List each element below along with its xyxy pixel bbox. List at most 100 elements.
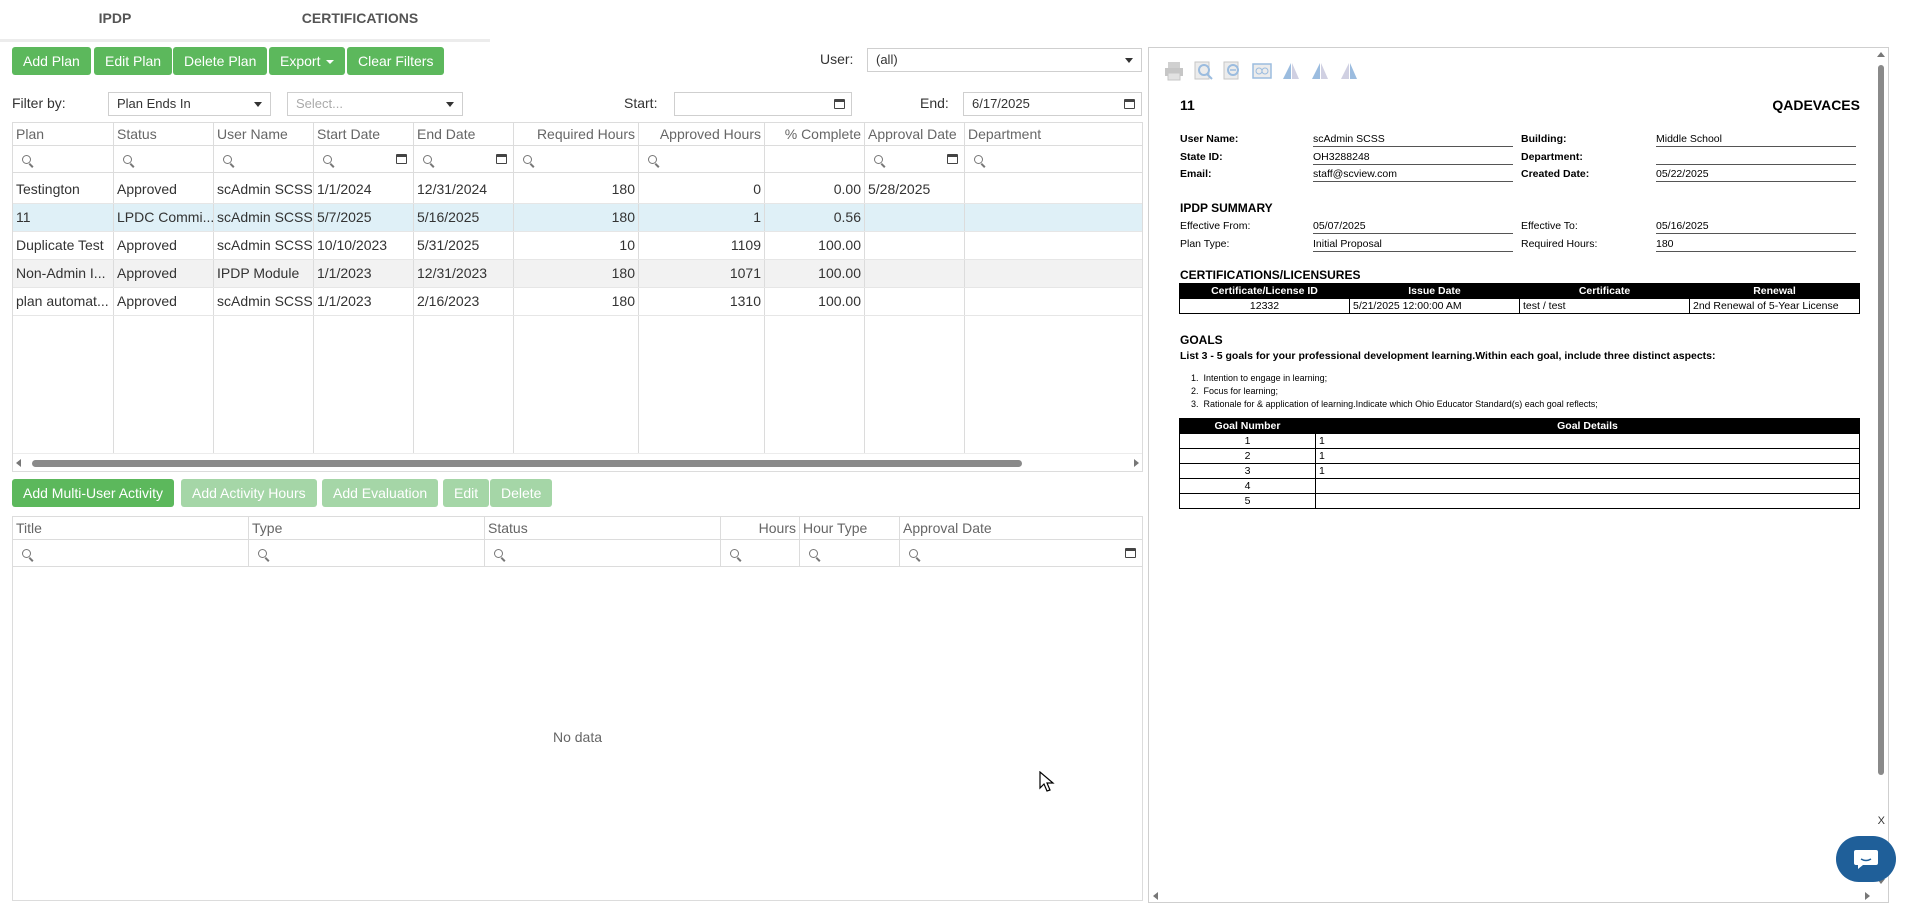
chevron-down-icon: [446, 102, 454, 107]
scrollbar-thumb[interactable]: [32, 460, 1022, 467]
edit-activity-button[interactable]: Edit: [443, 479, 490, 507]
close-icon[interactable]: X: [1878, 815, 1885, 827]
col-percent-complete[interactable]: % Complete: [765, 123, 865, 145]
filter-cell[interactable]: [249, 540, 485, 566]
add-plan-button[interactable]: Add Plan: [12, 47, 91, 75]
filter-cell[interactable]: [114, 146, 214, 172]
calendar-icon[interactable]: [1125, 548, 1136, 558]
table-row[interactable]: plan automat... Approved scAdmin SCSS 1/…: [13, 288, 1142, 316]
filter-cell[interactable]: [965, 146, 1142, 172]
filter-cell[interactable]: [639, 146, 765, 172]
calendar-icon[interactable]: [947, 154, 958, 164]
filter-cell[interactable]: [314, 146, 414, 172]
col-hours[interactable]: Hours: [721, 517, 800, 539]
search-icon: [423, 155, 432, 164]
col-user-name[interactable]: User Name: [214, 123, 314, 145]
cell: 1/1/2023: [314, 288, 414, 315]
col-end-date[interactable]: End Date: [414, 123, 514, 145]
filter-cell[interactable]: [13, 540, 249, 566]
delete-plan-button[interactable]: Delete Plan: [173, 47, 268, 75]
filter-value-select[interactable]: Select...: [287, 92, 463, 116]
scroll-right-arrow-icon[interactable]: [1865, 892, 1870, 900]
filter-cell[interactable]: [721, 540, 800, 566]
tab-ipdp[interactable]: IPDP: [0, 0, 230, 42]
cert-col-id: Certificate/License ID: [1179, 283, 1350, 299]
chat-widget-button[interactable]: [1836, 836, 1896, 882]
col-plan[interactable]: Plan: [13, 123, 114, 145]
zoom-out-icon[interactable]: [1222, 60, 1244, 82]
col-title[interactable]: Title: [13, 517, 249, 539]
cell: 180: [514, 176, 639, 203]
goal-aspect-3: 3. Rationale for & application of learni…: [1191, 399, 1598, 409]
user-select[interactable]: (all): [867, 48, 1142, 72]
filter-by-select[interactable]: Plan Ends In: [108, 92, 271, 116]
goal-row: 4: [1179, 478, 1860, 494]
filter-cell[interactable]: [765, 146, 865, 172]
bottom-scrollbar[interactable]: [1149, 888, 1874, 902]
next-page-icon[interactable]: [1309, 60, 1331, 82]
col-department[interactable]: Department: [965, 123, 1142, 145]
last-page-icon[interactable]: [1338, 60, 1360, 82]
fit-page-icon[interactable]: [1251, 60, 1273, 82]
table-row[interactable]: Testington Approved scAdmin SCSS 1/1/202…: [13, 176, 1142, 204]
goal-details: [1315, 493, 1860, 509]
col-approval-date[interactable]: Approval Date: [865, 123, 965, 145]
filter-cell[interactable]: [800, 540, 900, 566]
required-hours-value: 180: [1656, 238, 1856, 252]
filter-cell[interactable]: [900, 540, 1142, 566]
search-icon: [909, 549, 918, 558]
goal-aspect-text: Intention to engage in learning;: [1203, 373, 1328, 383]
calendar-icon[interactable]: [396, 154, 407, 164]
clear-filters-button[interactable]: Clear Filters: [347, 47, 445, 75]
col-approved-hours[interactable]: Approved Hours: [639, 123, 765, 145]
scroll-left-arrow-icon[interactable]: [16, 459, 21, 467]
no-data-message: No data: [552, 729, 603, 745]
created-date-label: Created Date:: [1521, 168, 1590, 180]
goal-details: [1315, 478, 1860, 494]
search-icon: [648, 155, 657, 164]
zoom-in-icon[interactable]: [1193, 60, 1215, 82]
end-date-input[interactable]: 6/17/2025: [963, 92, 1142, 116]
cell: Approved: [114, 260, 214, 287]
add-multi-user-activity-button[interactable]: Add Multi-User Activity: [12, 479, 175, 507]
add-evaluation-button[interactable]: Add Evaluation: [322, 479, 439, 507]
report-viewer: 11 QADEVACES User Name: scAdmin SCSS Sta…: [1148, 47, 1889, 903]
delete-activity-button[interactable]: Delete: [490, 479, 553, 507]
col-start-date[interactable]: Start Date: [314, 123, 414, 145]
first-page-icon[interactable]: [1280, 60, 1302, 82]
plan-type-value: Initial Proposal: [1313, 238, 1513, 252]
col-approval-date[interactable]: Approval Date: [900, 517, 1142, 539]
table-row[interactable]: Duplicate Test Approved scAdmin SCSS 10/…: [13, 232, 1142, 260]
filter-cell[interactable]: [214, 146, 314, 172]
calendar-icon[interactable]: [834, 99, 845, 109]
print-icon[interactable]: [1163, 60, 1185, 82]
col-status[interactable]: Status: [114, 123, 214, 145]
filter-cell[interactable]: [514, 146, 639, 172]
edit-plan-button[interactable]: Edit Plan: [94, 47, 173, 75]
calendar-icon[interactable]: [1124, 99, 1135, 109]
add-activity-hours-button[interactable]: Add Activity Hours: [181, 479, 317, 507]
table-row[interactable]: Non-Admin I... Approved IPDP Module 1/1/…: [13, 260, 1142, 288]
export-button[interactable]: Export: [269, 47, 346, 75]
cell: 100.00: [765, 260, 865, 287]
vertical-scrollbar[interactable]: [1874, 48, 1888, 888]
col-hour-type[interactable]: Hour Type: [800, 517, 900, 539]
scroll-left-arrow-icon[interactable]: [1153, 892, 1158, 900]
table-row-selected[interactable]: 11 LPDC Commi... scAdmin SCSS 5/7/2025 5…: [13, 204, 1142, 232]
filter-cell[interactable]: [865, 146, 965, 172]
created-date-value: 05/22/2025: [1656, 168, 1856, 182]
filter-cell[interactable]: [414, 146, 514, 172]
scrollbar-thumb[interactable]: [1878, 65, 1884, 775]
tab-certifications[interactable]: CERTIFICATIONS: [230, 0, 490, 42]
col-type[interactable]: Type: [249, 517, 485, 539]
cell: 12/31/2024: [414, 176, 514, 203]
start-date-input[interactable]: [674, 92, 852, 116]
filter-cell[interactable]: [13, 146, 114, 172]
filter-cell[interactable]: [485, 540, 721, 566]
horizontal-scrollbar[interactable]: [13, 453, 1142, 471]
calendar-icon[interactable]: [496, 154, 507, 164]
col-required-hours[interactable]: Required Hours: [514, 123, 639, 145]
scroll-right-arrow-icon[interactable]: [1134, 459, 1139, 467]
col-status[interactable]: Status: [485, 517, 721, 539]
scroll-up-arrow-icon[interactable]: [1877, 52, 1885, 57]
